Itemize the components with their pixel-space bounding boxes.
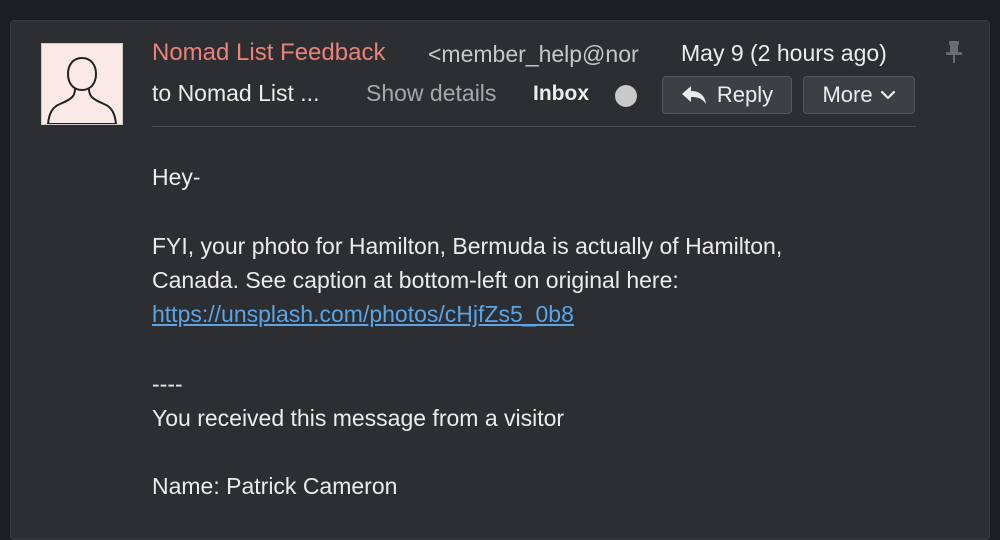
body-line-2: Canada. See caption at bottom-left on or… [152, 267, 679, 293]
more-button-label: More [822, 82, 873, 107]
reply-arrow-icon [681, 86, 706, 104]
show-details-link[interactable]: Show details [366, 80, 496, 107]
body-notice: You received this message from a visitor [152, 405, 565, 431]
sender-email[interactable]: <member_help@nor [428, 41, 664, 68]
more-button[interactable]: More [803, 76, 915, 114]
body-greeting: Hey- [152, 164, 201, 190]
pin-icon[interactable] [943, 39, 965, 65]
reply-button[interactable]: Reply [662, 76, 792, 114]
body-link-line: https://unsplash.com/photos/cHjfZs5_0b8 [152, 301, 574, 328]
email-message-card: Nomad List Feedback <member_help@nor May… [10, 20, 990, 540]
person-silhouette-icon [46, 56, 118, 124]
sender-name[interactable]: Nomad List Feedback [152, 39, 385, 67]
recipient-summary[interactable]: to Nomad List ... [152, 80, 319, 107]
status-dot-icon[interactable] [615, 85, 637, 107]
folder-label-inbox[interactable]: Inbox [533, 82, 589, 106]
reply-button-label: Reply [716, 82, 774, 107]
unsplash-link[interactable]: https://unsplash.com/photos/cHjfZs5_0b8 [152, 301, 574, 327]
header-divider [152, 126, 916, 127]
body-line-1: FYI, your photo for Hamilton, Bermuda is… [152, 233, 783, 259]
body-visitor-name: Name: Patrick Cameron [152, 473, 398, 499]
message-date: May 9 (2 hours ago) [681, 40, 887, 66]
body-separator: ---- [152, 371, 183, 397]
sender-avatar [41, 43, 123, 125]
chevron-down-icon [880, 90, 895, 100]
